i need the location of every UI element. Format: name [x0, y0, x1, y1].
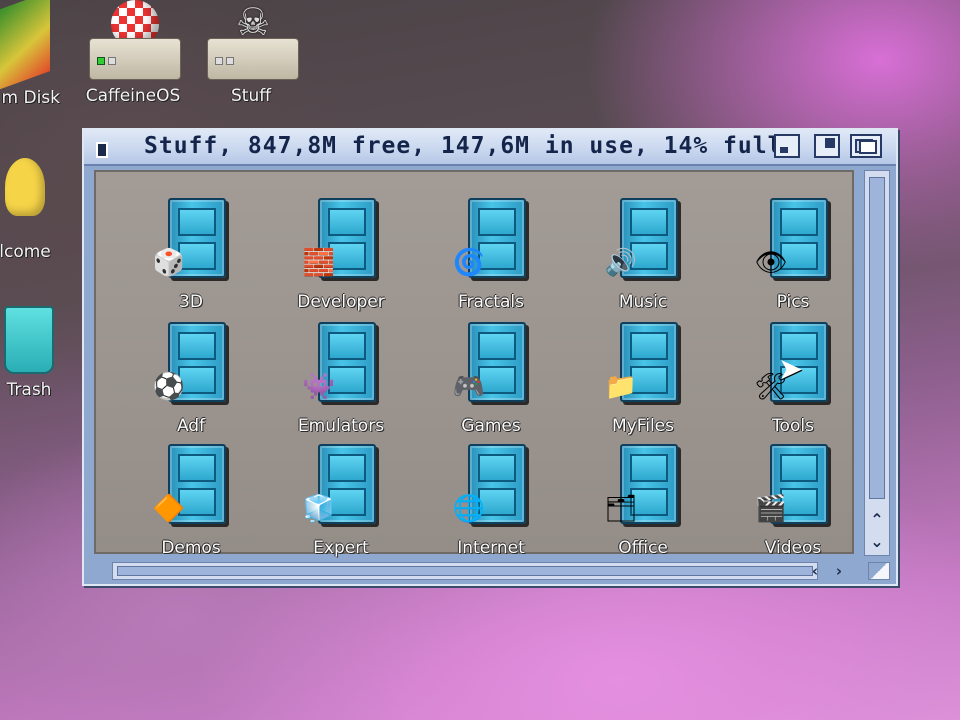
- horizontal-scroll-knob[interactable]: [117, 566, 813, 576]
- scroll-right-arrow-icon[interactable]: ›: [828, 562, 850, 580]
- desktop-icon-ram-disk[interactable]: m Disk: [0, 0, 60, 108]
- depth-gadget-icon[interactable]: [850, 134, 882, 158]
- scroll-up-arrow-icon[interactable]: ⌃: [865, 509, 889, 531]
- boing-ball-drive-icon: [83, 0, 183, 80]
- drawer-icon-3d[interactable]: 🎲 3D: [116, 196, 266, 316]
- drawer-label: MyFiles: [611, 416, 675, 436]
- drawer-label: Pics: [776, 292, 810, 312]
- vertical-scrollbar[interactable]: ⌃ ⌄: [864, 170, 890, 556]
- die-icon: 🎲: [152, 248, 186, 278]
- drawer-label: Tools: [772, 416, 814, 436]
- drawer-icon-music[interactable]: 🔊 Music: [568, 196, 718, 316]
- drawer-label: Games: [461, 416, 521, 436]
- character-icon: 👾: [302, 372, 336, 402]
- desktop-icon-welcome[interactable]: lcome: [0, 158, 60, 262]
- trash-icon: [4, 306, 54, 374]
- drawer-label: Office: [618, 538, 668, 558]
- lightbulb-icon: [5, 158, 45, 216]
- drawer-label: Emulators: [297, 416, 385, 436]
- drawer-icon-developer[interactable]: 🧱 Developer: [266, 196, 416, 316]
- desktop-icon-label: Trash: [6, 380, 52, 400]
- drawer-icon-internet[interactable]: 🌐 Internet: [416, 442, 566, 562]
- scroll-down-arrow-icon[interactable]: ⌄: [865, 531, 889, 553]
- ram-disk-icon: [0, 0, 50, 93]
- desktop-icon-trash[interactable]: Trash: [0, 306, 62, 400]
- folder-user-icon: 📁: [604, 372, 638, 402]
- drawer-label: Fractals: [458, 292, 524, 312]
- drawer-label: Expert: [313, 538, 369, 558]
- speaker-icon: 🔊: [604, 248, 638, 278]
- demo-icon: 🔶: [152, 494, 186, 524]
- drawer-icon-games[interactable]: 🎮 Games: [416, 320, 566, 440]
- drawer-label: 3D: [179, 292, 203, 312]
- drawer-icon-emulators[interactable]: 👾 Emulators: [266, 320, 416, 440]
- iconify-gadget-icon[interactable]: [774, 134, 800, 158]
- scroll-left-arrow-icon[interactable]: ‹: [804, 562, 826, 580]
- horizontal-scrollbar[interactable]: [112, 562, 818, 580]
- window-titlebar[interactable]: Stuff, 847,8M free, 147,6M in use, 14% f…: [84, 130, 896, 166]
- checkerball-icon: ⚽: [152, 372, 186, 402]
- fractal-icon: 🌀: [452, 248, 486, 278]
- drawer-window-stuff[interactable]: Stuff, 847,8M free, 147,6M in use, 14% f…: [82, 128, 898, 586]
- drawer-icon-myfiles[interactable]: 📁 MyFiles: [568, 320, 718, 440]
- drawer-label: Internet: [457, 538, 525, 558]
- drawer-icon-pics[interactable]: 👁 Pics: [718, 196, 868, 316]
- vertical-scroll-knob[interactable]: [869, 177, 885, 499]
- drawer-icon-expert[interactable]: 🧊 Expert: [266, 442, 416, 562]
- desktop-icon-label: lcome: [0, 242, 51, 262]
- blocks-icon: 🧱: [302, 248, 336, 278]
- gamepad-icon: 🎮: [452, 372, 486, 402]
- desktop-icon-label: CaffeineOS: [85, 86, 181, 106]
- desktop-icon-label: Stuff: [231, 86, 271, 106]
- drawer-icon-fractals[interactable]: 🌀 Fractals: [416, 196, 566, 316]
- window-resize-gadget-icon[interactable]: [868, 562, 890, 580]
- drawer-icon-videos[interactable]: 🎬 Videos: [718, 442, 868, 562]
- window-title: Stuff, 847,8M free, 147,6M in use, 14% f…: [144, 133, 783, 159]
- mouse-pointer-icon: ➤: [778, 352, 804, 387]
- cubes-icon: 🧊: [302, 494, 336, 524]
- desktop-icon-label: m Disk: [1, 88, 60, 108]
- drawer-icon-office[interactable]: 🗂 Office: [568, 442, 718, 562]
- drawer-icon-adf[interactable]: ⚽ Adf: [116, 320, 266, 440]
- drawer-icon-demos[interactable]: 🔶 Demos: [116, 442, 266, 562]
- close-gadget-icon[interactable]: [96, 142, 108, 158]
- drawer-label: Developer: [297, 292, 385, 312]
- drawer-contents: 🎲 3D 🧱 Developer 🌀 Fractals 🔊 Music 👁 Pics ⚽ Adf 👾 Em…: [94, 170, 854, 558]
- clapper-icon: 🎬: [754, 494, 788, 524]
- zoom-gadget-icon[interactable]: [814, 134, 840, 158]
- desktop-icon-stuff[interactable]: ☠ Stuff: [196, 0, 306, 106]
- drawer-label: Demos: [161, 538, 221, 558]
- drawer-label: Videos: [764, 538, 822, 558]
- drawer-label: Music: [618, 292, 668, 312]
- skull-drive-icon: ☠: [201, 0, 301, 80]
- drawer-label: Adf: [176, 416, 206, 436]
- eye-icon: 👁: [754, 248, 788, 278]
- folder-icon: 🗂: [604, 494, 638, 524]
- desktop-icon-caffeineos[interactable]: CaffeineOS: [74, 0, 192, 106]
- globe-icon: 🌐: [452, 494, 486, 524]
